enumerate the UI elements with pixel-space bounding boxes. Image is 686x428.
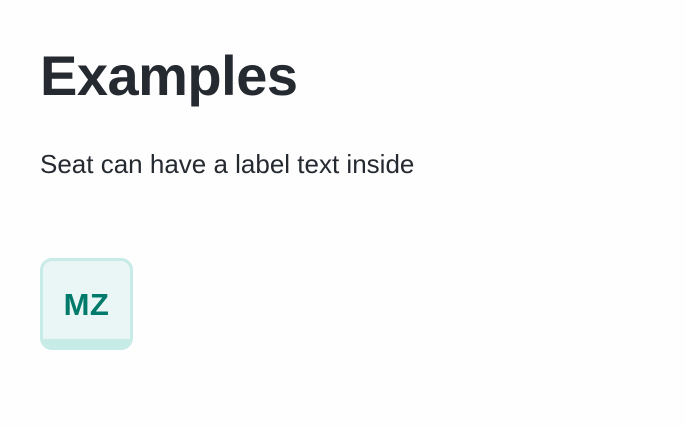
- page: Examples Seat can have a label text insi…: [0, 0, 686, 428]
- seat-label: MZ: [63, 287, 110, 322]
- seat-base: [43, 339, 130, 347]
- example-description: Seat can have a label text inside: [40, 149, 415, 179]
- page-title: Examples: [40, 44, 298, 107]
- seat-button[interactable]: MZ: [40, 258, 133, 350]
